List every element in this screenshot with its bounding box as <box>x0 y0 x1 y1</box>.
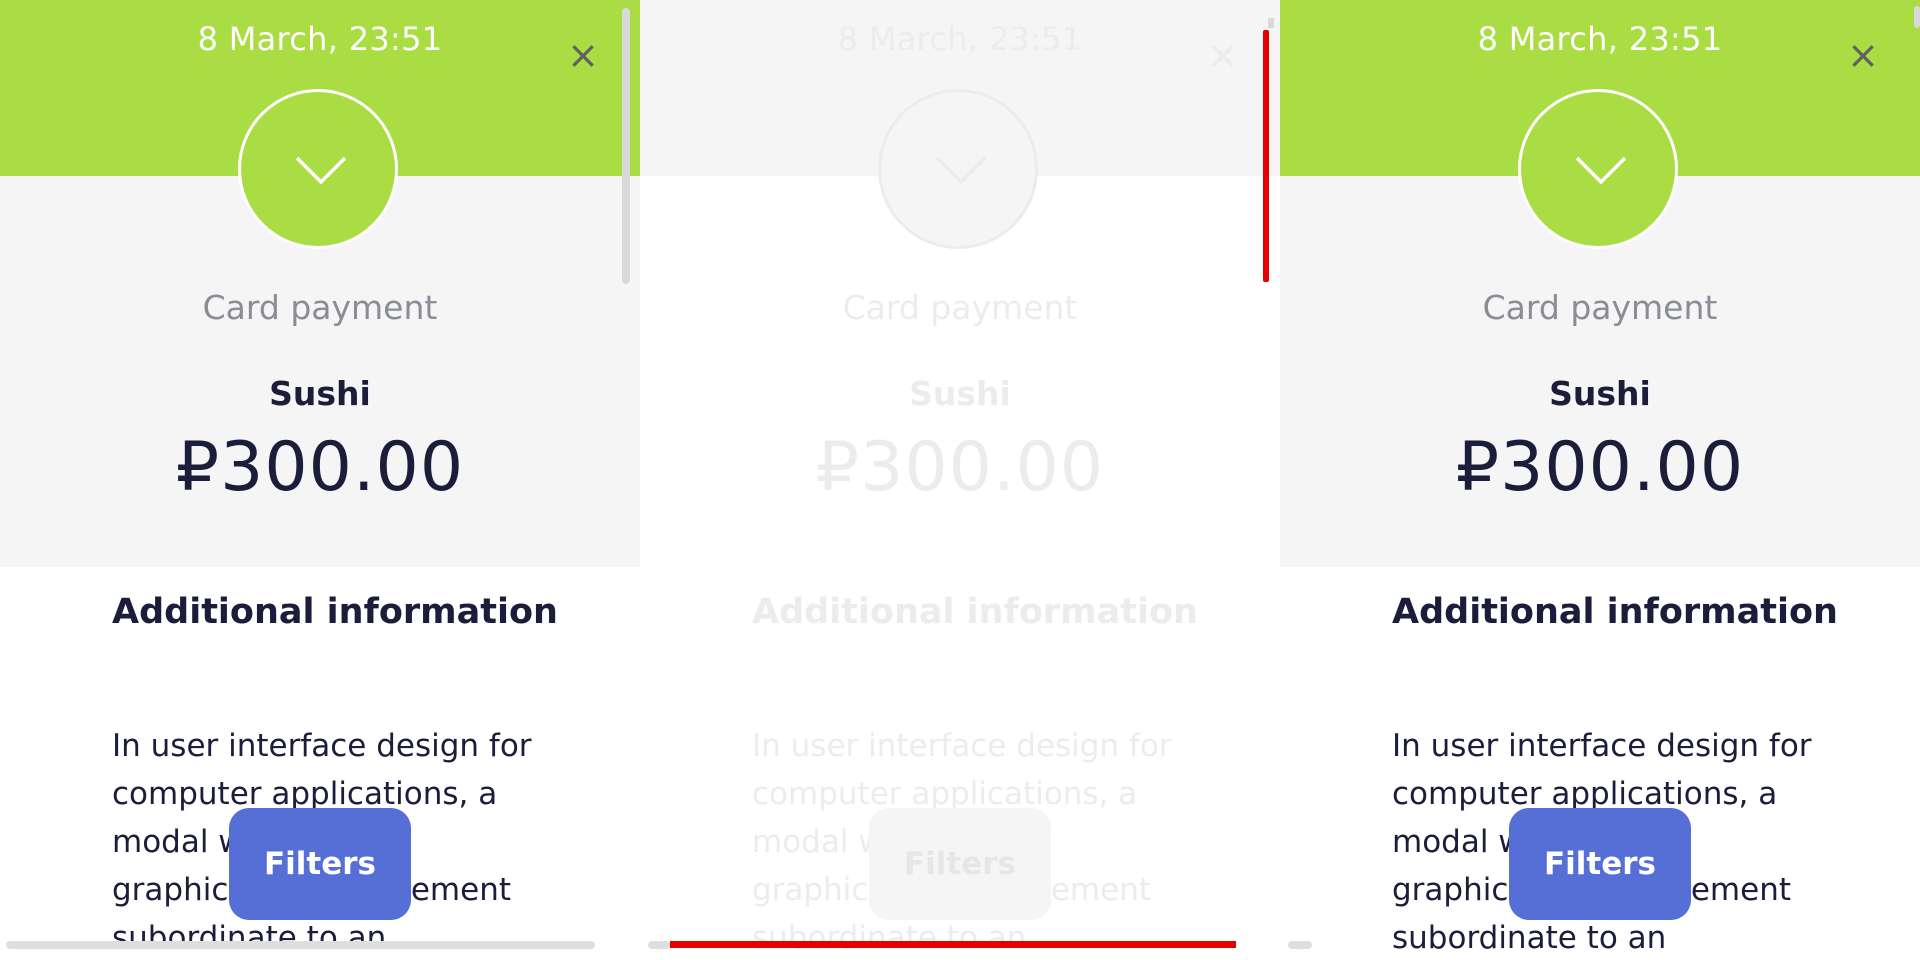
horizontal-scrollbar-stub[interactable] <box>648 941 670 949</box>
vertical-scrollbar-stub[interactable] <box>1268 18 1274 28</box>
highlight-scrollbar-vertical[interactable] <box>1263 30 1269 282</box>
section-title: Additional information <box>1392 592 1838 632</box>
transaction-date: 8 March, 23:51 <box>197 20 443 58</box>
transaction-panel-right: 8 March, 23:51 × Card payment Sushi ₽300… <box>1280 0 1920 960</box>
transaction-amount: ₽300.00 <box>1455 428 1745 507</box>
merchant-name: Sushi <box>909 374 1011 413</box>
chevron-down-icon[interactable] <box>238 89 398 249</box>
filters-button[interactable]: Filters <box>1509 808 1691 920</box>
close-icon[interactable]: × <box>566 36 600 74</box>
filters-button[interactable]: Filters <box>869 808 1051 920</box>
payment-type: Card payment <box>1482 288 1718 327</box>
filters-button[interactable]: Filters <box>229 808 411 920</box>
merchant-name: Sushi <box>269 374 371 413</box>
section-title: Additional information <box>752 592 1198 632</box>
payment-type: Card payment <box>842 288 1078 327</box>
vertical-scrollbar[interactable] <box>622 8 630 284</box>
chevron-down-icon[interactable] <box>878 89 1038 249</box>
close-icon[interactable]: × <box>1206 36 1240 74</box>
transaction-amount: ₽300.00 <box>815 428 1105 507</box>
transaction-panel-left: 8 March, 23:51 × Card payment Sushi ₽300… <box>0 0 640 960</box>
transaction-amount: ₽300.00 <box>175 428 465 507</box>
close-icon[interactable]: × <box>1846 36 1880 74</box>
transaction-date: 8 March, 23:51 <box>837 20 1083 58</box>
section-title: Additional information <box>112 592 558 632</box>
transaction-date: 8 March, 23:51 <box>1477 20 1723 58</box>
highlight-scrollbar-horizontal[interactable] <box>670 941 1236 948</box>
chevron-down-icon[interactable] <box>1518 89 1678 249</box>
payment-type: Card payment <box>202 288 438 327</box>
vertical-scrollbar[interactable] <box>1914 6 1920 28</box>
horizontal-scrollbar-stub[interactable] <box>1288 941 1312 949</box>
merchant-name: Sushi <box>1549 374 1651 413</box>
horizontal-scrollbar[interactable] <box>6 941 595 949</box>
transaction-panel-middle: 8 March, 23:51 × Card payment Sushi ₽300… <box>640 0 1280 960</box>
